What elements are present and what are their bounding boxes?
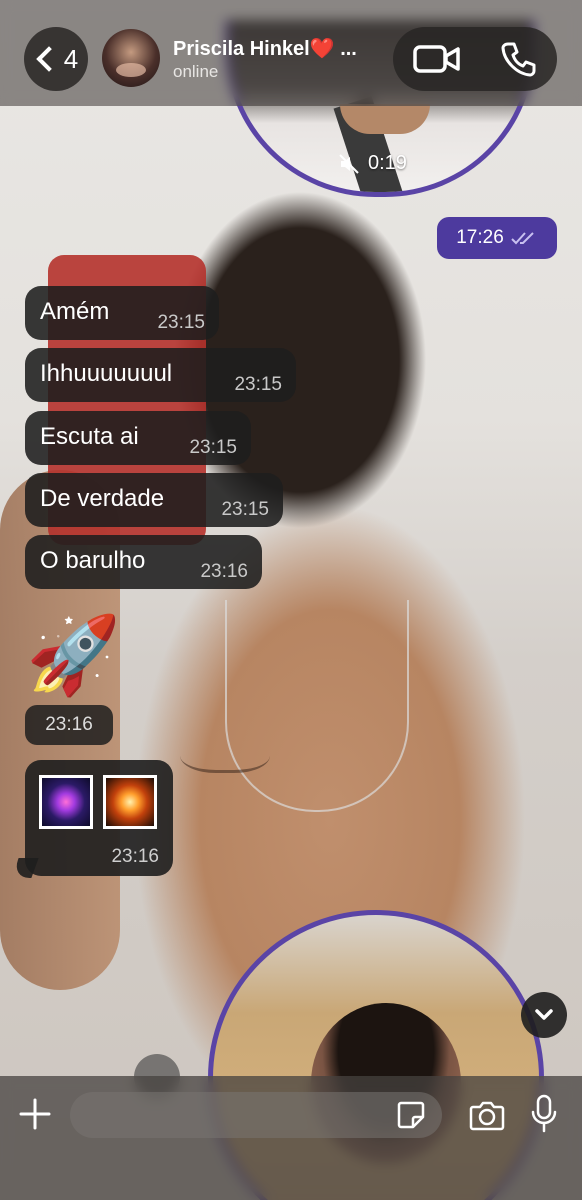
- background-photo-tattoo: [180, 730, 270, 773]
- message-bubble[interactable]: O barulho 23:16: [25, 535, 262, 589]
- sparkler-icon: [103, 775, 157, 829]
- camera-icon[interactable]: [469, 1099, 505, 1131]
- message-text: Ihhuuuuuuul: [40, 360, 173, 387]
- chevron-down-icon: [535, 1009, 553, 1020]
- scroll-down-button[interactable]: [521, 992, 567, 1038]
- fireworks-message[interactable]: 23:16: [25, 760, 173, 876]
- message-bubble[interactable]: Ihhuuuuuuul 23:15: [25, 348, 296, 402]
- avatar[interactable]: [102, 29, 160, 87]
- message-text: Amém: [40, 298, 110, 325]
- message-time: 23:15: [189, 437, 237, 458]
- message-time: 23:16: [200, 561, 248, 582]
- message-text: O barulho: [40, 547, 146, 574]
- back-button[interactable]: 4: [24, 27, 88, 91]
- call-buttons: [393, 27, 557, 91]
- unread-count: 4: [63, 43, 79, 74]
- emoji-message-time: 23:16: [25, 705, 113, 745]
- video-duration-text: 0:19: [368, 152, 407, 174]
- message-bubble[interactable]: Amém 23:15: [25, 286, 219, 340]
- message-time: 23:16: [111, 846, 159, 867]
- message-text: Escuta ai: [40, 423, 139, 450]
- contact-name[interactable]: Priscila Hinkel❤️ ...: [173, 36, 378, 61]
- fireworks-icon: [39, 775, 93, 829]
- outgoing-message[interactable]: 17:26: [437, 217, 557, 259]
- phone-call-icon[interactable]: [500, 40, 538, 78]
- rocket-emoji-message[interactable]: 🚀: [26, 612, 121, 700]
- chat-screen: 0:19 4 Priscila Hinkel❤️ ... online 17:2…: [0, 0, 582, 1200]
- contact-status: online: [173, 62, 219, 81]
- background-photo-necklace: [225, 600, 409, 812]
- plus-icon[interactable]: [18, 1094, 52, 1134]
- message-bubble[interactable]: De verdade 23:15: [25, 473, 283, 527]
- message-time: 23:15: [157, 312, 205, 333]
- message-bubble[interactable]: Escuta ai 23:15: [25, 411, 251, 465]
- muted-speaker-icon: [339, 153, 359, 174]
- outgoing-time: 17:26: [456, 227, 504, 248]
- message-input[interactable]: [70, 1092, 442, 1138]
- double-check-icon: [511, 232, 534, 245]
- message-text: De verdade: [40, 485, 165, 512]
- video-call-icon[interactable]: [412, 42, 462, 76]
- video-duration: 0:19: [338, 152, 407, 175]
- sticker-icon[interactable]: [396, 1100, 426, 1130]
- chevron-left-icon: [36, 46, 62, 72]
- message-time: 23:15: [234, 374, 282, 395]
- microphone-icon[interactable]: [530, 1094, 558, 1134]
- message-time: 23:15: [221, 499, 269, 520]
